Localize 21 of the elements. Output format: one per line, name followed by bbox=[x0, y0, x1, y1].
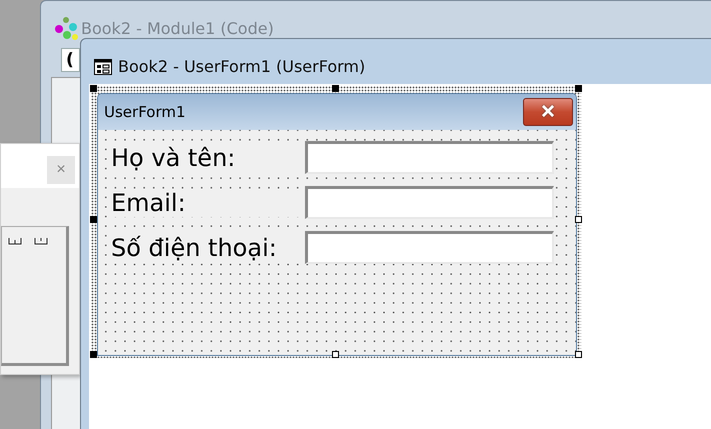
resize-handle[interactable] bbox=[90, 216, 97, 223]
resize-handle[interactable] bbox=[575, 216, 582, 223]
close-button[interactable]: × bbox=[523, 98, 573, 126]
text-field[interactable] bbox=[305, 141, 554, 174]
resize-handle[interactable] bbox=[90, 351, 97, 358]
selection-frame[interactable]: UserForm1 × Họ và tên: Email: Số điện thoại: bbox=[91, 86, 581, 358]
window-title: Book2 - UserForm1 (UserForm) bbox=[118, 57, 366, 76]
bracket-icon bbox=[34, 237, 48, 245]
form-icon bbox=[94, 59, 112, 75]
text-field[interactable] bbox=[305, 186, 554, 219]
resize-handle[interactable] bbox=[332, 85, 339, 92]
form-title: UserForm1 bbox=[104, 103, 186, 121]
resize-handle[interactable] bbox=[575, 351, 582, 358]
resize-handle[interactable] bbox=[575, 85, 582, 92]
bracket-icon bbox=[8, 237, 22, 245]
resize-handle[interactable] bbox=[90, 85, 97, 92]
resize-handle[interactable] bbox=[332, 351, 339, 358]
module-icon bbox=[53, 15, 79, 41]
text-field[interactable] bbox=[305, 231, 554, 264]
window-title: Book2 - Module1 (Code) bbox=[81, 19, 274, 38]
object-dropdown[interactable]: ( bbox=[61, 48, 80, 72]
